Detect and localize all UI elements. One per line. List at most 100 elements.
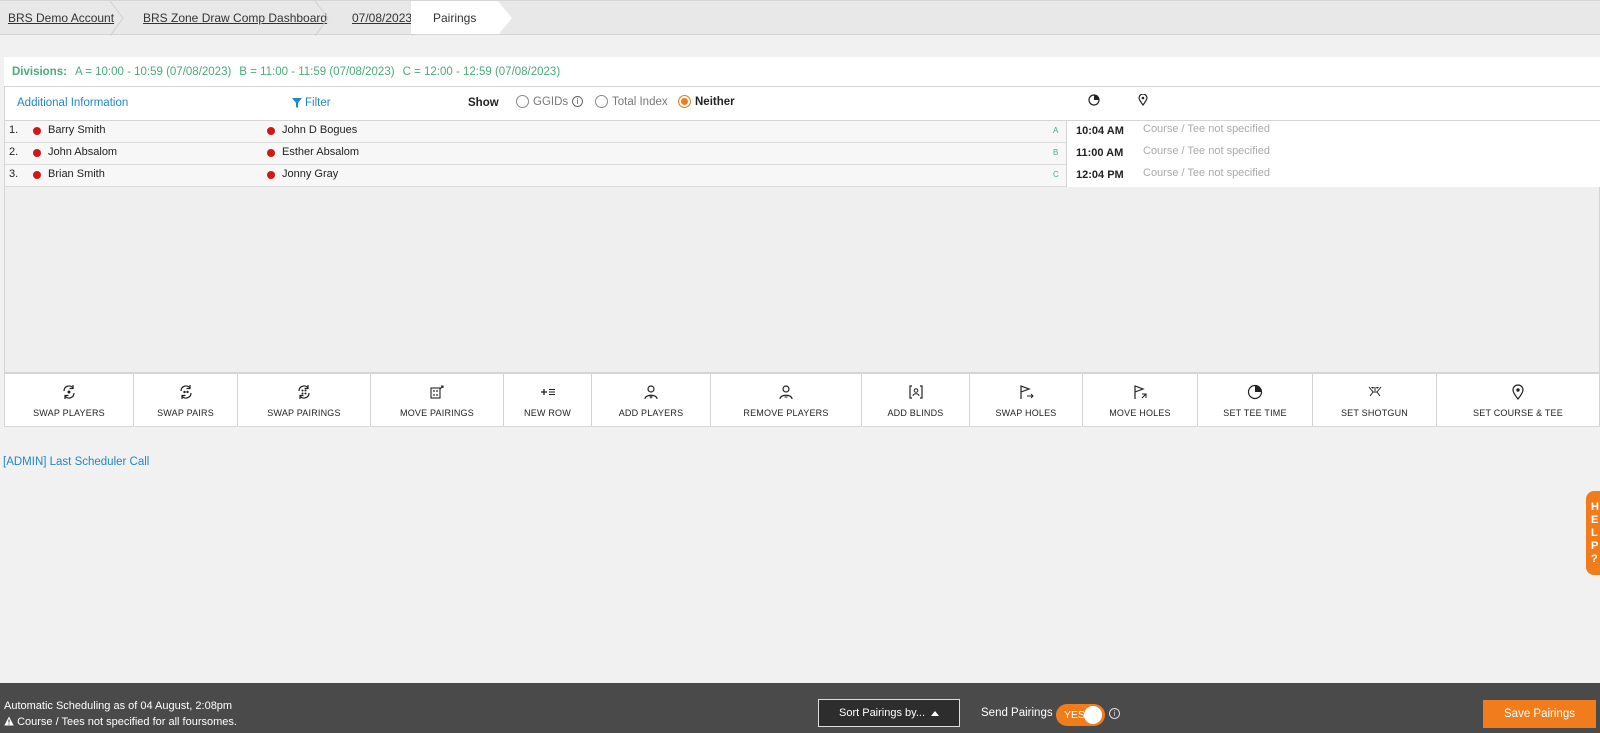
show-label: Show bbox=[468, 97, 499, 109]
player-name[interactable]: Barry Smith bbox=[48, 124, 105, 136]
tool-label: NEW ROW bbox=[524, 408, 571, 418]
new-row-button[interactable]: NEW ROW bbox=[504, 374, 592, 426]
swap-players-button[interactable]: SWAP PLAYERS bbox=[5, 374, 134, 426]
add-blinds-icon bbox=[908, 385, 923, 399]
save-pairings-button[interactable]: Save Pairings bbox=[1483, 700, 1596, 728]
row-number: 2. bbox=[9, 146, 19, 158]
scheduling-warning: Course / Tees not specified for all four… bbox=[4, 714, 237, 730]
move-holes-button[interactable]: MOVE HOLES bbox=[1083, 374, 1198, 426]
divisions-bar: Divisions: A = 10:00 - 10:59 (07/08/2023… bbox=[4, 57, 1600, 86]
show-ggids-radio[interactable]: GGIDs i bbox=[516, 95, 584, 108]
tee-time-cell[interactable]: 10:04 AM Course / Tee not specified bbox=[1066, 121, 1600, 143]
help-letter: P bbox=[1591, 540, 1599, 552]
warning-icon bbox=[4, 716, 14, 726]
row-number: 3. bbox=[9, 168, 19, 180]
help-letter: L bbox=[1591, 527, 1598, 539]
caret-up-icon bbox=[931, 710, 939, 716]
pairing-row[interactable]: 3. Brian Smith Jonny Gray C 12:04 PM Cou… bbox=[5, 165, 1600, 187]
tool-label: REMOVE PLAYERS bbox=[743, 408, 829, 418]
player-name[interactable]: Jonny Gray bbox=[282, 168, 338, 180]
tool-label: SWAP PLAYERS bbox=[33, 408, 105, 418]
tool-label: ADD PLAYERS bbox=[618, 408, 684, 418]
tool-label: SET COURSE & TEE bbox=[1473, 408, 1563, 418]
send-pairings-toggle[interactable]: YES bbox=[1056, 704, 1105, 726]
remove-players-button[interactable]: REMOVE PLAYERS bbox=[711, 374, 862, 426]
show-neither-radio[interactable]: Neither bbox=[678, 95, 735, 108]
set-tee-time-button[interactable]: SET TEE TIME bbox=[1198, 374, 1313, 426]
player-name[interactable]: John Absalom bbox=[48, 146, 117, 158]
info-icon[interactable]: i bbox=[572, 96, 584, 107]
sort-pairings-dropdown[interactable]: Sort Pairings by... bbox=[818, 699, 960, 727]
tool-label: SWAP PAIRINGS bbox=[267, 408, 341, 418]
player-name[interactable]: Esther Absalom bbox=[282, 146, 359, 158]
tee-time-cell[interactable]: 11:00 AM Course / Tee not specified bbox=[1066, 143, 1600, 165]
division-b: B = 11:00 - 11:59 (07/08/2023) bbox=[239, 65, 395, 78]
footer-bar: Automatic Scheduling as of 04 August, 2:… bbox=[0, 683, 1600, 733]
swap-holes-icon bbox=[1020, 385, 1034, 399]
filter-button[interactable]: Filter bbox=[292, 97, 331, 109]
tee-time-cell[interactable]: 12:04 PM Course / Tee not specified bbox=[1066, 165, 1600, 187]
show-total-index-radio[interactable]: Total Index bbox=[595, 95, 668, 108]
breadcrumb-account-label: BRS Demo Account bbox=[8, 10, 115, 25]
pairing-row[interactable]: 1. Barry Smith John D Bogues A 10:04 AM … bbox=[5, 121, 1600, 143]
pairing-row[interactable]: 2. John Absalom Esther Absalom B 11:00 A… bbox=[5, 143, 1600, 165]
swap-pairings-button[interactable]: SWAP PAIRINGS bbox=[238, 374, 371, 426]
total-index-label: Total Index bbox=[612, 95, 668, 108]
help-letter: E bbox=[1591, 514, 1599, 526]
swap-pairs-icon bbox=[179, 385, 192, 399]
swap-holes-button[interactable]: SWAP HOLES bbox=[970, 374, 1083, 426]
player-name[interactable]: John D Bogues bbox=[282, 124, 357, 136]
help-tab[interactable]: H E L P ? bbox=[1586, 491, 1600, 575]
set-shotgun-button[interactable]: SET SHOTGUN bbox=[1313, 374, 1437, 426]
tee-time: 11:00 AM bbox=[1076, 147, 1124, 159]
location-pin-icon bbox=[1138, 94, 1148, 106]
course-tee: Course / Tee not specified bbox=[1143, 123, 1270, 135]
tool-label: ADD BLINDS bbox=[887, 408, 944, 418]
tool-label: SWAP PAIRS bbox=[157, 408, 214, 418]
breadcrumb-date-label: 07/08/2023 bbox=[352, 10, 413, 25]
player-status-dot bbox=[267, 127, 275, 135]
breadcrumb-separator bbox=[315, 1, 329, 36]
tee-time: 10:04 AM bbox=[1076, 125, 1124, 137]
new-row-icon bbox=[540, 389, 555, 395]
set-course-tee-button[interactable]: SET COURSE & TEE bbox=[1437, 374, 1599, 426]
filter-label: Filter bbox=[305, 97, 331, 109]
player-status-dot bbox=[267, 171, 275, 179]
breadcrumb-dashboard[interactable]: BRS Zone Draw Comp Dashboard bbox=[123, 1, 329, 36]
course-tee: Course / Tee not specified bbox=[1143, 145, 1270, 157]
breadcrumb-account[interactable]: BRS Demo Account bbox=[0, 1, 124, 36]
breadcrumb-separator bbox=[110, 1, 124, 36]
help-letter: H bbox=[1591, 501, 1599, 513]
pairings-header: Additional Information Filter Show GGIDs… bbox=[4, 86, 1600, 121]
division-a: A = 10:00 - 10:59 (07/08/2023) bbox=[74, 65, 232, 78]
admin-last-scheduler-call-link[interactable]: [ADMIN] Last Scheduler Call bbox=[3, 456, 149, 468]
toggle-knob bbox=[1084, 706, 1102, 724]
player-name[interactable]: Brian Smith bbox=[48, 168, 105, 180]
move-pairings-button[interactable]: MOVE PAIRINGS bbox=[371, 374, 504, 426]
add-blinds-button[interactable]: ADD BLINDS bbox=[862, 374, 970, 426]
breadcrumb: BRS Demo Account BRS Zone Draw Comp Dash… bbox=[0, 0, 1600, 36]
add-players-button[interactable]: ADD PLAYERS bbox=[592, 374, 711, 426]
radio-circle bbox=[516, 95, 529, 108]
send-pairings-label: Send Pairings bbox=[981, 707, 1053, 719]
tool-label: SET SHOTGUN bbox=[1340, 408, 1409, 418]
scheduling-status: Automatic Scheduling as of 04 August, 2:… bbox=[4, 698, 237, 730]
player-status-dot bbox=[267, 149, 275, 157]
player-status-dot bbox=[33, 127, 41, 135]
division-tag: B bbox=[1053, 148, 1059, 157]
tool-label: SWAP HOLES bbox=[995, 408, 1057, 418]
divisions-label: Divisions: bbox=[12, 65, 67, 78]
player-status-dot bbox=[33, 149, 41, 157]
additional-information-link[interactable]: Additional Information bbox=[17, 97, 128, 109]
division-c: C = 12:00 - 12:59 (07/08/2023) bbox=[402, 65, 561, 78]
breadcrumb-dashboard-label: BRS Zone Draw Comp Dashboard bbox=[143, 10, 328, 25]
info-icon[interactable]: i bbox=[1109, 708, 1120, 719]
help-question-icon: ? bbox=[1591, 553, 1598, 565]
division-tag: C bbox=[1053, 170, 1059, 179]
radio-circle-selected bbox=[678, 95, 691, 108]
pairings-toolbar: SWAP PLAYERS SWAP PAIRS SWAP PAIRINGS MO… bbox=[4, 373, 1600, 427]
swap-players-icon bbox=[63, 385, 75, 399]
course-tee: Course / Tee not specified bbox=[1143, 167, 1270, 179]
breadcrumb-current: Pairings bbox=[411, 1, 513, 35]
swap-pairs-button[interactable]: SWAP PAIRS bbox=[134, 374, 238, 426]
